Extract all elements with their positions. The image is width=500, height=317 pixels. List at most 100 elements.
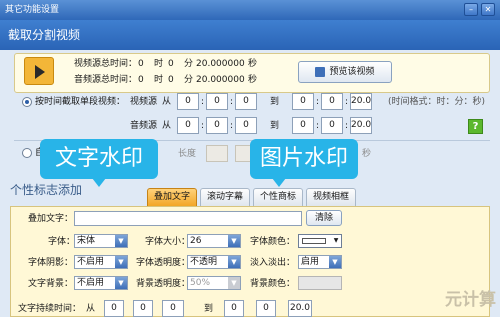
bg-transparency-select[interactable]: 50% ▼ bbox=[187, 276, 241, 290]
video-end-hour-input[interactable]: 0 bbox=[292, 93, 314, 110]
preview-button-label: 预览该视频 bbox=[329, 67, 375, 77]
chevron-down-icon: ▼ bbox=[228, 277, 240, 289]
chevron-down-icon: ▼ bbox=[115, 235, 127, 247]
chevron-down-icon: ▼ bbox=[115, 256, 127, 268]
to-label: 到 bbox=[270, 121, 280, 131]
fade-label: 淡入淡出： bbox=[250, 258, 296, 268]
video-file-icon bbox=[24, 57, 54, 85]
audio-minute-unit: 分 bbox=[184, 75, 194, 85]
video-end-minute-input[interactable]: 0 bbox=[321, 93, 343, 110]
fade-value: 启用 bbox=[301, 257, 320, 267]
shadow-label: 字体阴影： bbox=[28, 258, 74, 268]
shadow-value: 不启用 bbox=[77, 257, 105, 267]
audio-minutes: 0 bbox=[168, 75, 174, 85]
duration-end-second-input[interactable]: 20.0 bbox=[288, 300, 312, 317]
transparency-select[interactable]: 不透明 ▼ bbox=[187, 255, 241, 269]
duration-start-second-input[interactable]: 0 bbox=[162, 300, 184, 317]
audio-start-minute-input[interactable]: 0 bbox=[206, 117, 228, 134]
to-label: 到 bbox=[270, 97, 280, 107]
image-watermark-bubble: 图片水印 bbox=[250, 139, 358, 179]
duration-end-minute-input[interactable]: 0 bbox=[256, 300, 276, 317]
fade-select[interactable]: 启用 ▼ bbox=[298, 255, 342, 269]
help-icon[interactable]: ? bbox=[468, 119, 483, 134]
duration-to-label: 到 bbox=[204, 304, 214, 314]
split-seconds-label: 秒 bbox=[362, 149, 372, 159]
overlay-text-label: 叠加文字： bbox=[28, 214, 74, 224]
font-color-picker[interactable]: ▼ bbox=[298, 234, 342, 248]
font-color-label: 字体颜色： bbox=[250, 237, 296, 247]
video-minute-unit: 分 bbox=[184, 59, 194, 69]
transparency-label: 字体透明度： bbox=[136, 258, 191, 268]
audio-end-hour-input[interactable]: 0 bbox=[292, 117, 314, 134]
audio-start-second-input[interactable]: 0 bbox=[235, 117, 257, 134]
section-title: 截取分割视频 bbox=[8, 28, 81, 42]
audio-source-label: 音频源 bbox=[130, 121, 158, 131]
site-watermark: 元计算 bbox=[445, 290, 496, 310]
clear-button[interactable]: 清除 bbox=[306, 210, 342, 226]
font-size-value: 26 bbox=[190, 236, 202, 246]
video-start-minute-input[interactable]: 0 bbox=[206, 93, 228, 110]
audio-end-second-input[interactable]: 20.0 bbox=[350, 117, 372, 134]
time-colon: : bbox=[201, 97, 205, 107]
preview-video-button[interactable]: 预览该视频 bbox=[298, 61, 392, 83]
from-label: 从 bbox=[162, 97, 172, 107]
duration-start-hour-input[interactable]: 0 bbox=[104, 300, 124, 317]
close-button[interactable]: ✕ bbox=[481, 3, 495, 16]
color-swatch bbox=[302, 238, 326, 244]
time-colon: : bbox=[345, 121, 349, 131]
chevron-down-icon: ▼ bbox=[228, 256, 240, 268]
bg-label: 文字背景： bbox=[28, 279, 74, 289]
time-format-hint: (时间格式：时：分：秒) bbox=[388, 97, 486, 107]
time-colon: : bbox=[345, 97, 349, 107]
shadow-select[interactable]: 不启用 ▼ bbox=[74, 255, 128, 269]
film-icon bbox=[315, 66, 326, 77]
video-source-label: 视频源 bbox=[130, 97, 158, 107]
split-length-label: 长度 bbox=[178, 149, 197, 159]
minimize-button[interactable]: – bbox=[464, 3, 478, 16]
bubble-pointer bbox=[92, 178, 106, 187]
window-title: 其它功能设置 bbox=[5, 5, 60, 15]
time-colon: : bbox=[230, 121, 234, 131]
video-second-unit: 秒 bbox=[248, 59, 258, 69]
font-select[interactable]: 宋体 ▼ bbox=[74, 234, 128, 248]
duration-from-label: 从 bbox=[86, 304, 96, 314]
video-hours: 0 bbox=[138, 59, 144, 69]
font-size-label: 字体大小： bbox=[145, 237, 191, 247]
bubble-pointer bbox=[272, 178, 286, 187]
bg-select[interactable]: 不启用 ▼ bbox=[74, 276, 128, 290]
duration-start-minute-input[interactable]: 0 bbox=[133, 300, 153, 317]
audio-end-minute-input[interactable]: 0 bbox=[321, 117, 343, 134]
audio-hour-unit: 时 bbox=[154, 75, 164, 85]
chevron-down-icon: ▼ bbox=[333, 237, 339, 244]
tab-custom-logo[interactable]: 个性商标 bbox=[253, 188, 303, 206]
personal-section-title: 个性标志添加 bbox=[10, 183, 83, 197]
audio-hours: 0 bbox=[138, 75, 144, 85]
chevron-down-icon: ▼ bbox=[329, 256, 341, 268]
bg-value: 不启用 bbox=[77, 278, 105, 288]
video-end-second-input[interactable]: 20.0 bbox=[350, 93, 372, 110]
bg-color-picker[interactable] bbox=[298, 276, 342, 290]
video-start-hour-input[interactable]: 0 bbox=[177, 93, 199, 110]
split-length-input-1[interactable] bbox=[206, 145, 228, 162]
tab-video-frame[interactable]: 视频相框 bbox=[306, 188, 356, 206]
overlay-text-input[interactable] bbox=[74, 211, 302, 226]
time-colon: : bbox=[316, 121, 320, 131]
text-watermark-bubble: 文字水印 bbox=[40, 139, 158, 179]
duration-end-hour-input[interactable]: 0 bbox=[224, 300, 244, 317]
from-label: 从 bbox=[162, 121, 172, 131]
chevron-down-icon: ▼ bbox=[228, 235, 240, 247]
video-start-second-input[interactable]: 0 bbox=[235, 93, 257, 110]
video-seconds: 20.000000 bbox=[196, 59, 245, 69]
window-title-bar: 其它功能设置 bbox=[0, 0, 500, 20]
chevron-down-icon: ▼ bbox=[115, 277, 127, 289]
split-radio[interactable] bbox=[22, 148, 32, 158]
bg-transparency-label: 背景透明度： bbox=[136, 279, 191, 289]
font-size-select[interactable]: 26 ▼ bbox=[187, 234, 241, 248]
audio-start-hour-input[interactable]: 0 bbox=[177, 117, 199, 134]
tab-overlay-text[interactable]: 叠加文字 bbox=[147, 188, 197, 206]
tab-scrolling-subtitle[interactable]: 滚动字幕 bbox=[200, 188, 250, 206]
time-colon: : bbox=[316, 97, 320, 107]
video-hour-unit: 时 bbox=[154, 59, 164, 69]
time-segment-radio[interactable] bbox=[22, 97, 32, 107]
font-value: 宋体 bbox=[77, 236, 96, 246]
